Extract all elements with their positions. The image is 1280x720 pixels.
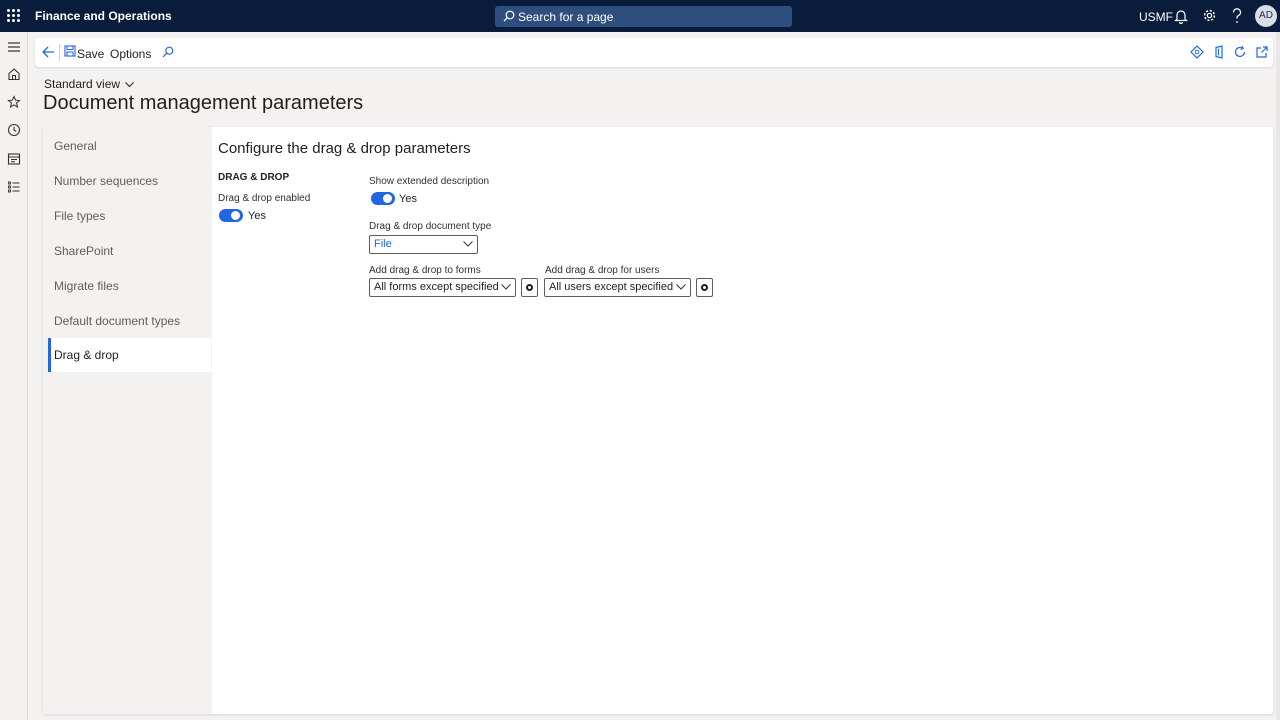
search-input[interactable]: Search for a page <box>495 6 792 27</box>
drag-drop-enabled-toggle[interactable] <box>219 209 243 222</box>
clock-icon[interactable] <box>7 123 21 137</box>
chevron-down-icon <box>463 241 473 247</box>
drag-drop-enabled-label: Drag & drop enabled <box>218 193 311 204</box>
search-icon <box>503 10 515 22</box>
view-selector-label: Standard view <box>44 77 121 91</box>
show-extended-description-value: Yes <box>399 193 417 205</box>
options-button[interactable]: Options <box>110 47 151 61</box>
save-icon[interactable] <box>64 45 76 57</box>
tab-general[interactable]: General <box>48 129 211 163</box>
gear-icon <box>526 284 533 291</box>
page-title: Document management parameters <box>43 92 364 114</box>
workspace-icon[interactable] <box>7 152 21 166</box>
content-card: General Number sequences File types Shar… <box>43 127 1273 714</box>
for-users-select[interactable]: All users except specified <box>544 278 691 297</box>
chevron-down-icon <box>676 284 686 290</box>
avatar[interactable]: AD <box>1255 5 1277 27</box>
help-icon[interactable] <box>1231 8 1243 24</box>
bell-icon[interactable] <box>1174 8 1188 24</box>
diamond-icon[interactable] <box>1190 45 1204 59</box>
back-arrow-icon[interactable] <box>41 45 55 59</box>
tab-file-types[interactable]: File types <box>48 199 211 233</box>
show-extended-description-toggle[interactable] <box>371 192 395 205</box>
tab-migrate-files[interactable]: Migrate files <box>48 269 211 303</box>
app-title[interactable]: Finance and Operations <box>35 9 172 23</box>
divider <box>59 44 60 61</box>
home-icon[interactable] <box>7 67 21 81</box>
office-icon[interactable] <box>1212 45 1226 59</box>
forms-settings-button[interactable] <box>521 278 538 297</box>
users-settings-button[interactable] <box>696 278 713 297</box>
show-extended-description-label: Show extended description <box>369 176 490 187</box>
open-new-window-icon[interactable] <box>1255 45 1269 59</box>
view-selector[interactable]: Standard view <box>44 77 135 91</box>
document-type-value: File <box>374 238 392 250</box>
tab-sharepoint[interactable]: SharePoint <box>48 234 211 268</box>
document-type-label: Drag & drop document type <box>369 221 492 232</box>
tab-drag-and-drop[interactable]: Drag & drop <box>48 338 211 372</box>
star-icon[interactable] <box>7 95 21 109</box>
save-button[interactable]: Save <box>77 47 104 61</box>
tab-number-sequences[interactable]: Number sequences <box>48 164 211 198</box>
company-picker[interactable]: USMF <box>1139 10 1173 24</box>
search-placeholder: Search for a page <box>518 10 614 24</box>
drag-drop-enabled-value: Yes <box>248 210 266 222</box>
group-title: DRAG & DROP <box>218 172 290 183</box>
chevron-down-icon <box>501 284 511 290</box>
refresh-icon[interactable] <box>1233 45 1247 59</box>
for-users-value: All users except specified <box>549 281 674 293</box>
vertical-tab-list: General Number sequences File types Shar… <box>43 127 212 714</box>
gear-icon[interactable] <box>1202 8 1217 23</box>
waffle-icon[interactable] <box>7 9 21 23</box>
action-pane: Save Options <box>35 38 1273 67</box>
scrollbar[interactable] <box>1276 32 1280 720</box>
gear-icon <box>701 284 708 291</box>
modules-icon[interactable] <box>7 180 21 194</box>
add-to-forms-value: All forms except specified <box>374 281 499 293</box>
search-icon[interactable] <box>162 46 174 58</box>
top-navigation-bar: Finance and Operations Search for a page… <box>0 0 1280 32</box>
section-title: Configure the drag & drop parameters <box>218 140 471 157</box>
for-users-label: Add drag & drop for users <box>545 265 660 276</box>
add-to-forms-select[interactable]: All forms except specified <box>369 278 516 297</box>
document-type-select[interactable]: File <box>369 235 478 254</box>
navigation-rail <box>0 32 28 720</box>
add-to-forms-label: Add drag & drop to forms <box>369 265 481 276</box>
chevron-down-icon <box>125 81 135 88</box>
tab-default-document-types[interactable]: Default document types <box>48 304 211 338</box>
hamburger-icon[interactable] <box>7 41 21 53</box>
